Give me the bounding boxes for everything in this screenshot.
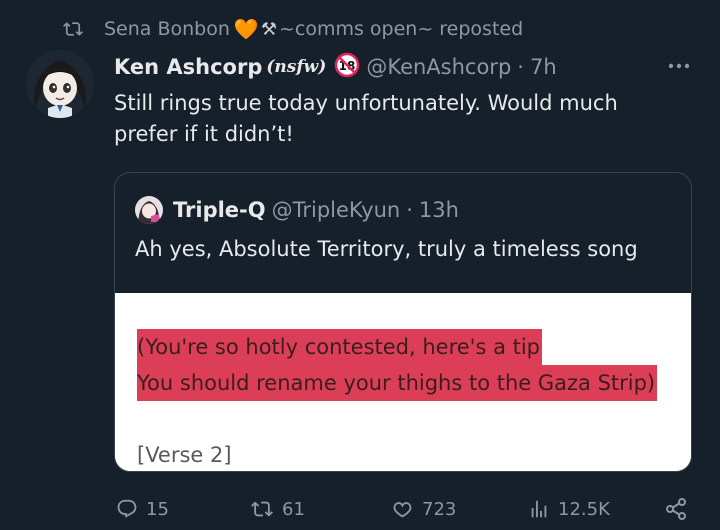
like-button[interactable]: 723 [390,494,456,524]
share-button[interactable] [664,494,696,524]
views-count: 12.5K [558,498,610,520]
author-handle[interactable]: @KenAshcorp [366,55,511,79]
views-button[interactable]: 12.5K [528,494,610,524]
reply-icon [117,499,137,518]
quote-author-name[interactable]: Triple-Q [173,198,266,222]
quote-author-handle[interactable]: @TripleKyun [272,198,401,222]
share-icon [666,498,686,520]
more-icon[interactable] [664,54,694,78]
quote-media-image[interactable]: (You're so hotly contested, here's a tip… [115,293,691,471]
author-avatar[interactable] [26,50,94,118]
repost-button[interactable]: 61 [250,494,305,524]
badge-18-icon: 18 [334,52,360,83]
repost-suffix: ~comms open~ reposted [278,18,524,40]
quote-author-row: Triple-Q @TripleKyun · 13h [135,195,459,225]
lyric-line-1: (You're so hotly contested, here's a tip [137,329,543,365]
repost-icon [251,501,273,517]
like-count: 723 [422,498,457,520]
lyric-verse-label: [Verse 2] [137,443,232,467]
avatar-illustration [26,50,94,118]
tweet-time[interactable]: 7h [530,55,557,79]
lyric-line-2: You should rename your thighs to the Gaz… [137,365,658,401]
reply-button[interactable]: 15 [116,494,169,524]
orange-heart-emoji: 🧡 [233,17,259,41]
heart-icon [393,502,412,518]
separator-dot: · [517,55,524,79]
author-row: Ken Ashcorp (nsfw) 18 @KenAshcorp · 7h [114,52,557,82]
repost-count: 61 [282,498,305,520]
reply-count: 15 [146,498,169,520]
quote-separator-dot: · [406,198,413,222]
quote-time[interactable]: 13h [419,198,459,222]
repost-icon [63,22,83,36]
tweet-text: Still rings true today unfortunately. Wo… [114,91,618,146]
repost-user[interactable]: Sena Bonbon [104,18,230,40]
tools-emoji: ⚒ [260,18,277,40]
views-icon [531,500,547,518]
quote-text: Ah yes, Absolute Territory, truly a time… [135,237,638,261]
repost-header[interactable]: Sena Bonbon 🧡 ⚒ ~comms open~ reposted [62,14,523,44]
author-tag: (nsfw) [266,57,327,77]
quote-avatar-illustration [135,196,163,224]
quote-tweet-card[interactable]: Triple-Q @TripleKyun · 13h Ah yes, Absol… [114,172,692,472]
quote-avatar[interactable] [135,196,163,224]
author-name[interactable]: Ken Ashcorp [114,55,262,79]
